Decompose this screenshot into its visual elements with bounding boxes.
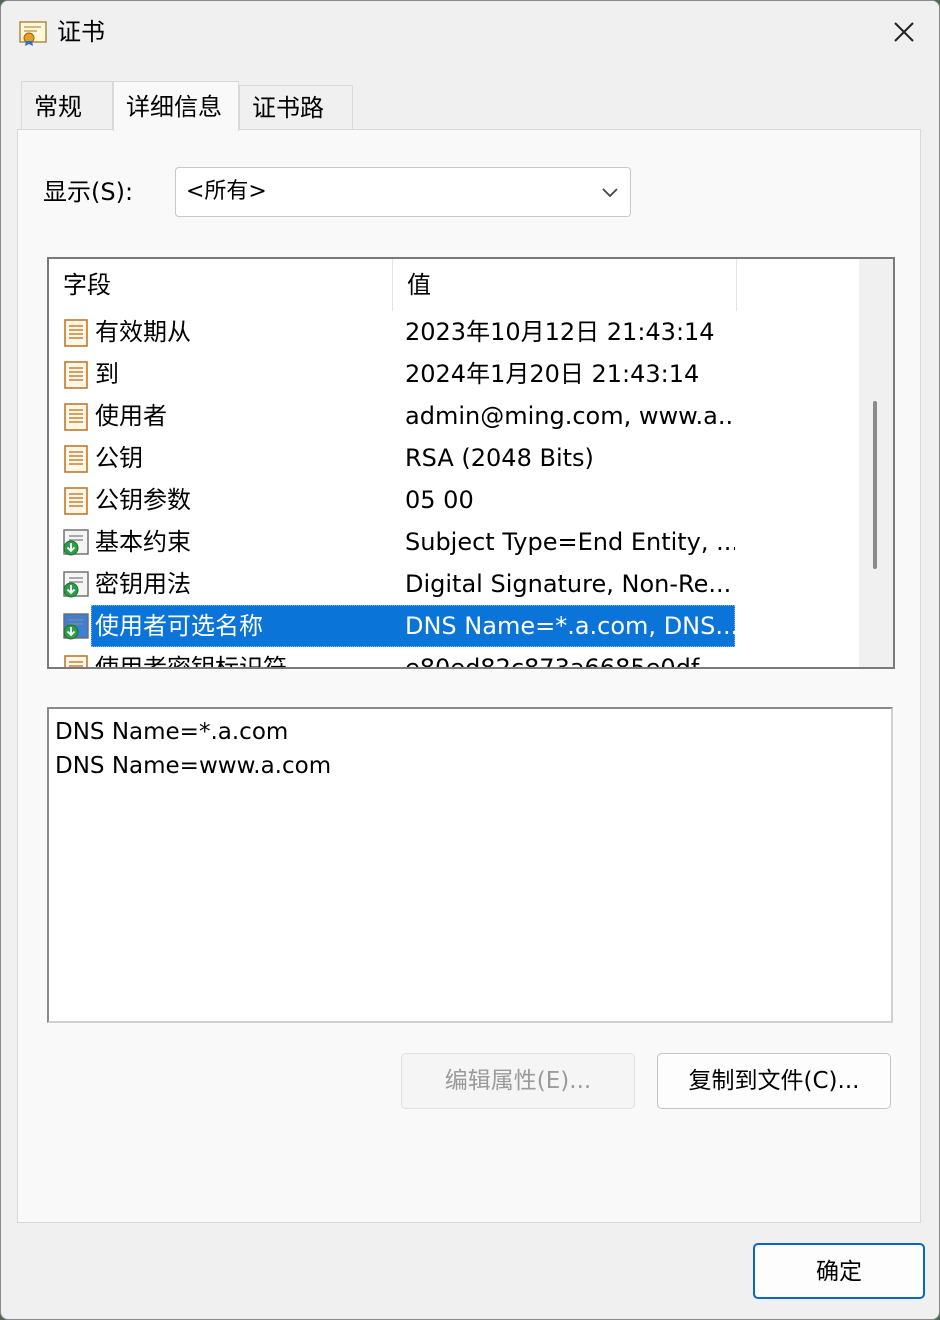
- row-field: 使用者可选名称: [95, 612, 263, 640]
- list-row[interactable]: 使用者 admin@ming.com, www.a...: [49, 395, 861, 437]
- row-value: 05 00: [405, 486, 474, 514]
- column-header-field[interactable]: 字段: [49, 259, 393, 311]
- document-icon: [64, 361, 88, 389]
- vertical-scrollbar[interactable]: [859, 259, 893, 667]
- list-row[interactable]: 使用者可选名称 DNS Name=*.a.com, DNS...: [49, 605, 861, 647]
- column-header-value[interactable]: 值: [393, 259, 737, 311]
- details-textbox[interactable]: DNS Name=*.a.com DNS Name=www.a.com: [47, 707, 893, 1023]
- row-field: 有效期从: [95, 318, 191, 346]
- list-row[interactable]: 使用者密钥标识符 e80ed82c873a6685e0df: [49, 647, 861, 669]
- scrollbar-thumb[interactable]: [873, 401, 877, 569]
- row-field: 使用者密钥标识符: [95, 654, 287, 669]
- details-line: DNS Name=*.a.com: [55, 719, 289, 745]
- row-field: 公钥: [95, 444, 143, 472]
- show-label: 显示(S):: [43, 178, 134, 206]
- row-field: 使用者: [95, 402, 167, 430]
- row-value: DNS Name=*.a.com, DNS...: [405, 612, 735, 640]
- row-value: Digital Signature, Non-Re...: [405, 570, 732, 598]
- close-icon: [894, 22, 914, 42]
- close-button[interactable]: [869, 1, 939, 63]
- certificate-dialog: 证书 常规 详细信息 证书路径 显示(S): <所有> 字段 值 有效期从 202…: [0, 0, 940, 1320]
- list-header: 字段 值: [49, 259, 861, 311]
- tab-details-label: 详细信息: [126, 93, 222, 121]
- row-value: RSA (2048 Bits): [405, 444, 594, 472]
- row-field: 密钥用法: [95, 570, 191, 598]
- show-dropdown[interactable]: <所有>: [175, 167, 631, 217]
- list-row[interactable]: 公钥 RSA (2048 Bits): [49, 437, 861, 479]
- document-icon: [64, 487, 88, 515]
- row-value: 2023年10月12日 21:43:14: [405, 318, 715, 346]
- window-title: 证书: [57, 18, 105, 46]
- list-row[interactable]: 有效期从 2023年10月12日 21:43:14: [49, 311, 861, 353]
- edit-properties-button[interactable]: 编辑属性(E)...: [401, 1053, 635, 1109]
- row-field: 基本约束: [95, 528, 191, 556]
- details-line: DNS Name=www.a.com: [55, 753, 332, 779]
- tab-general-label: 常规: [34, 93, 82, 121]
- chevron-down-icon: [602, 188, 618, 198]
- row-value: admin@ming.com, www.a...: [405, 402, 735, 430]
- certificate-icon: [19, 21, 47, 46]
- tab-details[interactable]: 详细信息: [113, 81, 239, 131]
- list-row[interactable]: 公钥参数 05 00: [49, 479, 861, 521]
- list-row[interactable]: 密钥用法 Digital Signature, Non-Re...: [49, 563, 861, 605]
- document-icon: [64, 445, 88, 473]
- row-value: Subject Type=End Entity, ...: [405, 528, 735, 556]
- row-field: 到: [95, 360, 119, 388]
- row-value: 2024年1月20日 21:43:14: [405, 360, 700, 388]
- copy-to-file-button[interactable]: 复制到文件(C)...: [657, 1053, 891, 1109]
- document-icon: [64, 403, 88, 431]
- ok-button[interactable]: 确定: [753, 1243, 925, 1299]
- show-dropdown-value: <所有>: [186, 179, 267, 204]
- extension-icon: [63, 529, 89, 556]
- list-row[interactable]: 基本约束 Subject Type=End Entity, ...: [49, 521, 861, 563]
- extension-icon: [63, 613, 89, 640]
- document-icon: [64, 655, 88, 667]
- list-row[interactable]: 到 2024年1月20日 21:43:14: [49, 353, 861, 395]
- title-bar[interactable]: 证书: [1, 1, 939, 65]
- fields-list[interactable]: 字段 值 有效期从 2023年10月12日 21:43:14 到 2024年1月20日…: [47, 257, 895, 669]
- tab-general[interactable]: 常规: [21, 81, 113, 129]
- row-value: e80ed82c873a6685e0df: [405, 654, 700, 669]
- row-field: 公钥参数: [95, 486, 191, 514]
- extension-icon: [63, 571, 89, 598]
- tab-cert-path[interactable]: 证书路径: [239, 85, 353, 166]
- document-icon: [64, 319, 88, 347]
